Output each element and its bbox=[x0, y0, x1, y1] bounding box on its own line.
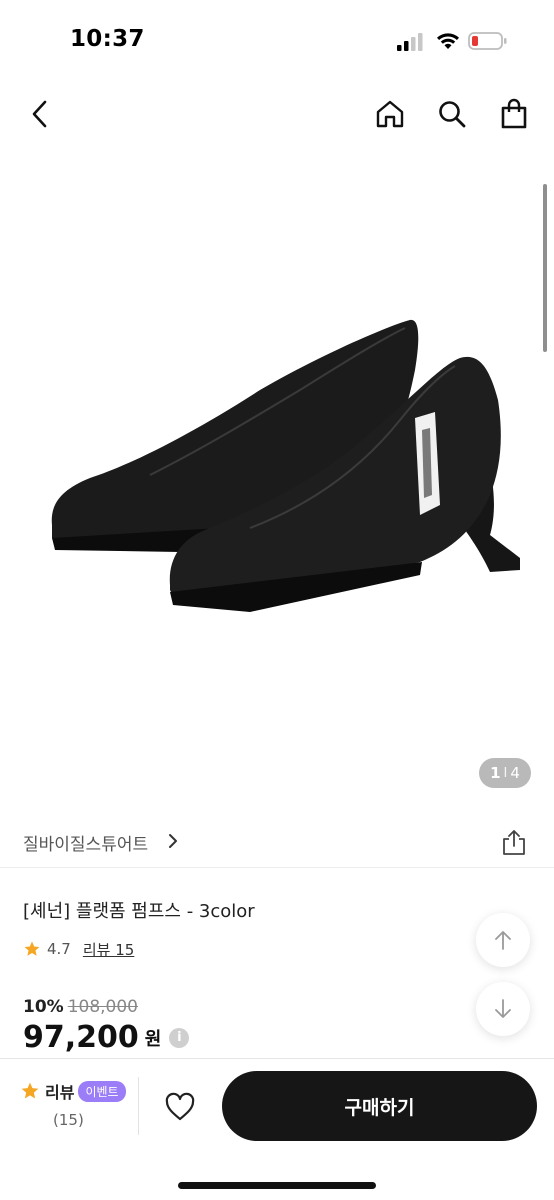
buy-button[interactable]: 구매하기 bbox=[222, 1071, 537, 1141]
price-row: 97,200 원 i bbox=[23, 1020, 190, 1055]
discount-rate: 10% bbox=[23, 997, 64, 1017]
chevron-right-icon bbox=[169, 834, 177, 848]
image-counter-current: 1 bbox=[490, 764, 501, 782]
review-label: 리뷰 bbox=[45, 1083, 75, 1102]
price-discount-row: 10% 108,000 bbox=[23, 997, 138, 1017]
star-icon bbox=[21, 1082, 39, 1099]
heart-icon bbox=[165, 1092, 195, 1121]
star-icon bbox=[24, 941, 40, 956]
top-nav bbox=[0, 86, 554, 142]
search-button[interactable] bbox=[430, 92, 474, 136]
status-bar: 10:37 bbox=[0, 0, 554, 80]
brand-link[interactable]: 질바이질스튜어트 bbox=[23, 830, 148, 855]
price-info-icon[interactable]: i bbox=[169, 1027, 190, 1048]
review-count-link[interactable]: 리뷰 15 bbox=[83, 939, 134, 960]
sale-price: 97,200 bbox=[23, 1020, 139, 1055]
cart-button[interactable] bbox=[492, 92, 536, 136]
shopping-bag-icon bbox=[501, 98, 527, 129]
share-icon bbox=[503, 830, 525, 855]
event-badge: 이벤트 bbox=[78, 1080, 126, 1102]
rating-row: 4.7 리뷰 15 bbox=[23, 938, 134, 960]
divider bbox=[138, 1077, 139, 1135]
image-scrollbar[interactable] bbox=[543, 184, 547, 352]
arrow-up-icon bbox=[495, 931, 511, 950]
original-price: 108,000 bbox=[67, 997, 139, 1017]
image-counter-separator: I bbox=[503, 765, 508, 781]
status-time: 10:37 bbox=[70, 26, 145, 52]
search-icon bbox=[439, 101, 466, 128]
scroll-up-button[interactable] bbox=[476, 913, 530, 967]
product-title: [셰넌] 플랫폼 펌프스 - 3color bbox=[23, 901, 255, 922]
back-button[interactable] bbox=[18, 92, 62, 136]
product-image-gallery[interactable]: 1 I 4 bbox=[0, 160, 554, 805]
product-image bbox=[51, 319, 520, 612]
wifi-icon bbox=[437, 33, 459, 49]
currency-label: 원 bbox=[144, 1028, 162, 1050]
home-indicator bbox=[178, 1182, 376, 1189]
chevron-left-icon bbox=[32, 100, 47, 128]
battery-icon bbox=[468, 32, 507, 50]
share-button[interactable] bbox=[498, 826, 530, 858]
bottom-action-bar: 리뷰 이벤트 (15) 구매하기 bbox=[0, 1058, 554, 1200]
brand-row: 질바이질스튜어트 bbox=[0, 818, 554, 868]
image-counter-total: 4 bbox=[510, 764, 520, 782]
home-icon bbox=[376, 100, 404, 128]
scroll-down-button[interactable] bbox=[476, 982, 530, 1036]
image-counter: 1 I 4 bbox=[479, 758, 531, 788]
review-count: (15) bbox=[53, 1111, 84, 1129]
review-button[interactable]: 리뷰 이벤트 (15) bbox=[20, 1079, 130, 1129]
rating-value: 4.7 bbox=[47, 940, 71, 958]
home-button[interactable] bbox=[368, 92, 412, 136]
arrow-down-icon bbox=[495, 999, 511, 1018]
cellular-signal-icon bbox=[397, 33, 423, 51]
like-button[interactable] bbox=[160, 1087, 200, 1127]
